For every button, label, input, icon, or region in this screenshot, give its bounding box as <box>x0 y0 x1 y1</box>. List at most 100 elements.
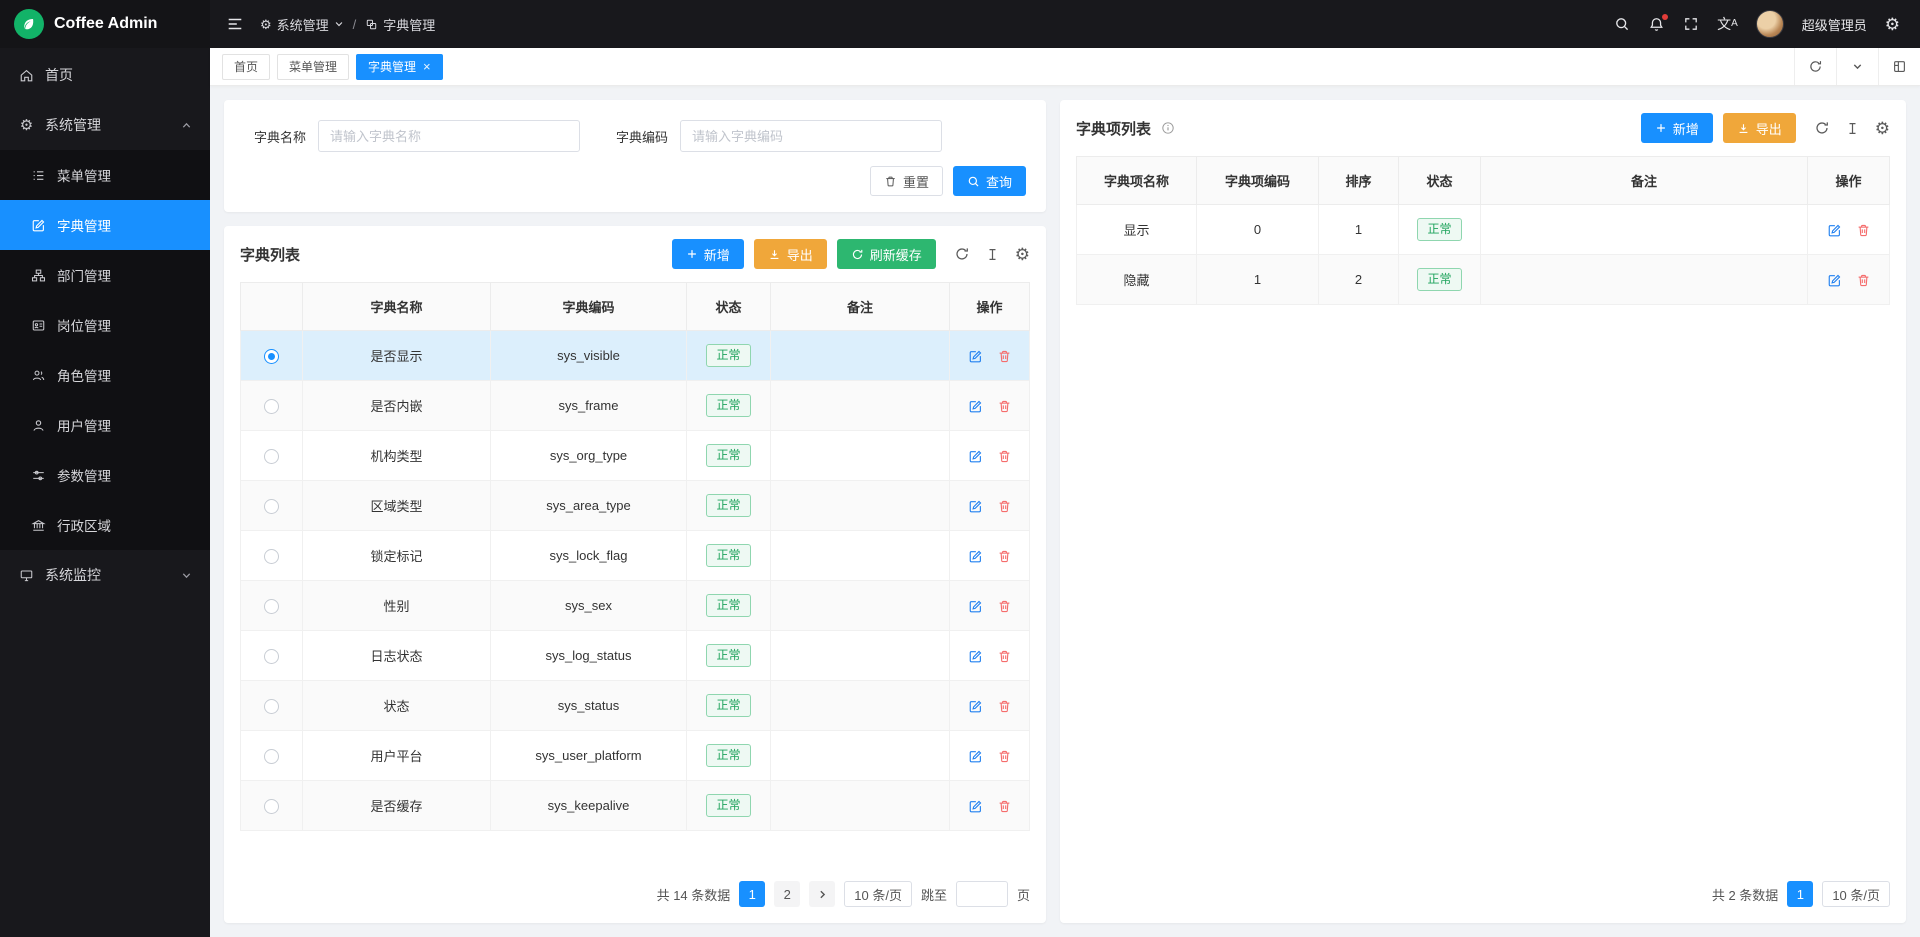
sidebar-item-dict-mgmt[interactable]: 字典管理 <box>0 200 210 250</box>
edit-icon[interactable] <box>968 749 983 764</box>
sidebar-item-role-mgmt[interactable]: 角色管理 <box>0 350 210 400</box>
row-radio[interactable] <box>264 649 279 664</box>
sidebar-item-monitor[interactable]: 系统监控 <box>0 550 210 600</box>
fullscreen-icon[interactable] <box>1683 16 1699 32</box>
dict-table-row[interactable]: 机构类型sys_org_type正常 <box>241 431 1030 481</box>
dict-item-table-row[interactable]: 显示01正常 <box>1077 205 1890 255</box>
delete-icon[interactable] <box>997 449 1012 464</box>
avatar[interactable] <box>1756 10 1784 38</box>
delete-icon[interactable] <box>1856 273 1871 288</box>
search-icon[interactable] <box>1614 16 1630 32</box>
sidebar-item-user-mgmt[interactable]: 用户管理 <box>0 400 210 450</box>
dict-table-row[interactable]: 是否显示sys_visible正常 <box>241 331 1030 381</box>
next-page-button[interactable] <box>809 881 835 907</box>
edit-icon[interactable] <box>968 399 983 414</box>
dict-table-row[interactable]: 状态sys_status正常 <box>241 681 1030 731</box>
tab-options-chevron-icon[interactable] <box>1836 48 1878 85</box>
breadcrumb-current[interactable]: 字典管理 <box>365 15 435 34</box>
edit-icon[interactable] <box>968 699 983 714</box>
user-name[interactable]: 超级管理员 <box>1802 15 1867 34</box>
tab-home[interactable]: 首页 <box>222 54 270 80</box>
edit-icon[interactable] <box>968 499 983 514</box>
tab-close-icon[interactable]: × <box>423 60 431 73</box>
delete-icon[interactable] <box>997 399 1012 414</box>
row-radio[interactable] <box>264 549 279 564</box>
edit-icon[interactable] <box>968 549 983 564</box>
dict-table-row[interactable]: 用户平台sys_user_platform正常 <box>241 731 1030 781</box>
row-radio[interactable] <box>264 349 279 364</box>
delete-icon[interactable] <box>997 599 1012 614</box>
sidebar-item-param-mgmt[interactable]: 参数管理 <box>0 450 210 500</box>
dict-item-table-row[interactable]: 隐藏12正常 <box>1077 255 1890 305</box>
refresh-page-icon[interactable] <box>1794 48 1836 85</box>
sidebar-item-region[interactable]: 行政区域 <box>0 500 210 550</box>
sidebar-item-home[interactable]: 首页 <box>0 50 210 100</box>
edit-icon[interactable] <box>968 799 983 814</box>
dict-table-row[interactable]: 日志状态sys_log_status正常 <box>241 631 1030 681</box>
sidebar-item-dept-mgmt[interactable]: 部门管理 <box>0 250 210 300</box>
dict-table-row[interactable]: 区域类型sys_area_type正常 <box>241 481 1030 531</box>
page-size-select[interactable]: 10 条/页 <box>1822 881 1890 907</box>
edit-icon[interactable] <box>968 599 983 614</box>
delete-icon[interactable] <box>997 649 1012 664</box>
tab-menu-mgmt[interactable]: 菜单管理 <box>277 54 349 80</box>
edit-icon[interactable] <box>968 449 983 464</box>
reload-table-icon[interactable] <box>1814 120 1830 136</box>
breadcrumb-parent[interactable]: ⚙ 系统管理 <box>260 15 344 34</box>
row-radio[interactable] <box>264 749 279 764</box>
row-radio[interactable] <box>264 399 279 414</box>
edit-icon[interactable] <box>1827 223 1842 238</box>
notification-bell-icon[interactable] <box>1648 16 1665 33</box>
export-dict-item-button[interactable]: 导出 <box>1723 113 1796 143</box>
sidebar-toggle-icon[interactable] <box>226 15 244 33</box>
page-button-1[interactable]: 1 <box>739 881 765 907</box>
reset-button[interactable]: 重置 <box>870 166 943 196</box>
sidebar-item-menu-mgmt[interactable]: 菜单管理 <box>0 150 210 200</box>
dict-table-row[interactable]: 是否内嵌sys_frame正常 <box>241 381 1030 431</box>
sidebar-item-post-mgmt[interactable]: 岗位管理 <box>0 300 210 350</box>
translate-icon[interactable]: 文A <box>1717 17 1738 31</box>
dict-list-card: 字典列表 新增 导出 刷新缓存 <box>224 226 1046 923</box>
row-radio[interactable] <box>264 699 279 714</box>
page-button-1[interactable]: 1 <box>1787 881 1813 907</box>
row-radio[interactable] <box>264 499 279 514</box>
sidebar-item-system[interactable]: ⚙ 系统管理 <box>0 100 210 150</box>
table-density-icon[interactable] <box>1845 121 1860 136</box>
table-settings-icon[interactable]: ⚙ <box>1015 246 1030 263</box>
delete-icon[interactable] <box>997 749 1012 764</box>
reload-table-icon[interactable] <box>954 246 970 262</box>
jump-page-input[interactable] <box>956 881 1008 907</box>
settings-gear-icon[interactable]: ⚙ <box>1885 16 1900 33</box>
info-icon[interactable] <box>1161 121 1175 135</box>
delete-icon[interactable] <box>997 499 1012 514</box>
row-radio[interactable] <box>264 449 279 464</box>
dict-code-cell: sys_frame <box>491 381 687 431</box>
content-fullscreen-icon[interactable] <box>1878 48 1920 85</box>
add-dict-item-button[interactable]: 新增 <box>1641 113 1713 143</box>
export-dict-button[interactable]: 导出 <box>754 239 827 269</box>
add-dict-button[interactable]: 新增 <box>672 239 744 269</box>
edit-icon[interactable] <box>968 649 983 664</box>
dict-table-row[interactable]: 性别sys_sex正常 <box>241 581 1030 631</box>
dict-code-input[interactable] <box>680 120 942 152</box>
delete-icon[interactable] <box>997 799 1012 814</box>
tab-dict-mgmt[interactable]: 字典管理 × <box>356 54 443 80</box>
dict-table-row[interactable]: 锁定标记sys_lock_flag正常 <box>241 531 1030 581</box>
row-radio[interactable] <box>264 599 279 614</box>
search-button[interactable]: 查询 <box>953 166 1026 196</box>
delete-icon[interactable] <box>1856 223 1871 238</box>
edit-icon[interactable] <box>968 349 983 364</box>
edit-icon[interactable] <box>1827 273 1842 288</box>
refresh-cache-button[interactable]: 刷新缓存 <box>837 239 936 269</box>
delete-icon[interactable] <box>997 349 1012 364</box>
row-radio[interactable] <box>264 799 279 814</box>
table-settings-icon[interactable]: ⚙ <box>1875 120 1890 137</box>
dict-name-input[interactable] <box>318 120 580 152</box>
table-density-icon[interactable] <box>985 247 1000 262</box>
page-size-select[interactable]: 10 条/页 <box>844 881 912 907</box>
dict-table-row[interactable]: 是否缓存sys_keepalive正常 <box>241 781 1030 831</box>
page-button-2[interactable]: 2 <box>774 881 800 907</box>
delete-icon[interactable] <box>997 549 1012 564</box>
app-logo[interactable]: Coffee Admin <box>0 0 210 48</box>
delete-icon[interactable] <box>997 699 1012 714</box>
